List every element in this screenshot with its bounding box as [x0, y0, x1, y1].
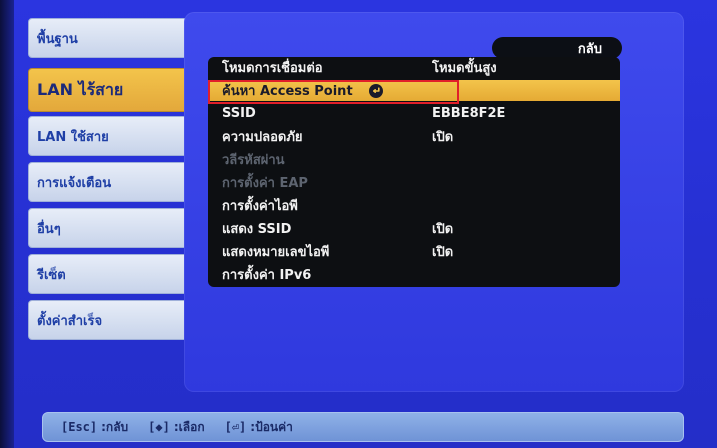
menu-item-wireless-lan[interactable]: LAN ไร้สาย: [28, 68, 198, 112]
menu-item-label: พื้นฐาน: [37, 31, 78, 47]
help-text: :ป้อนค่า: [250, 419, 293, 434]
menu-item-wired-lan[interactable]: LAN ใช้สาย: [28, 116, 198, 156]
row-label: ความปลอดภัย: [222, 130, 303, 145]
row-display-ssid[interactable]: แสดง SSID เปิด: [208, 218, 620, 239]
row-search-access-point[interactable]: ค้นหา Access Point: [208, 80, 620, 101]
menu-item-label: ตั้งค่าสำเร็จ: [37, 313, 103, 329]
help-bar: [Esc] :กลับ [◆] :เลือก [⏎] :ป้อนค่า: [42, 412, 684, 442]
row-label: SSID: [222, 106, 256, 121]
row-ipv6-settings[interactable]: การตั้งค่า IPv6: [208, 264, 620, 285]
row-value: โหมดขั้นสูง: [432, 61, 497, 76]
menu-item-reset[interactable]: รีเซ็ต: [28, 254, 198, 294]
key-select: [◆]: [148, 420, 170, 434]
menu-item-label: LAN ใช้สาย: [37, 129, 109, 145]
row-ssid[interactable]: SSID EBBE8F2E: [208, 103, 620, 124]
menu-item-others[interactable]: อื่นๆ: [28, 208, 198, 248]
wireless-lan-settings-list: โหมดการเชื่อมต่อ โหมดขั้นสูง ค้นหา Acces…: [208, 57, 620, 287]
row-label: การตั้งค่า EAP: [222, 176, 308, 191]
menu-item-setup-complete[interactable]: ตั้งค่าสำเร็จ: [28, 300, 198, 340]
enter-icon: [368, 83, 383, 98]
help-text: :เลือก: [173, 419, 205, 434]
menu-item-notifications[interactable]: การแจ้งเตือน: [28, 162, 198, 202]
key-enter: [⏎]: [224, 420, 247, 434]
key-esc: [Esc]: [61, 420, 98, 434]
help-item-select: [◆] :เลือก: [148, 418, 204, 437]
back-button[interactable]: กลับ: [492, 37, 622, 59]
row-label: โหมดการเชื่อมต่อ: [222, 61, 323, 76]
menu-item-label: LAN ไร้สาย: [37, 79, 124, 99]
row-passphrase: วลีรหัสผ่าน: [208, 149, 620, 170]
help-item-enter: [⏎] :ป้อนค่า: [225, 418, 293, 437]
help-item-esc: [Esc] :กลับ: [61, 418, 128, 437]
row-display-ip-address[interactable]: แสดงหมายเลขไอพี เปิด: [208, 241, 620, 262]
back-button-label: กลับ: [577, 41, 602, 57]
help-text: :กลับ: [101, 419, 129, 434]
row-label: การตั้งค่า IPv6: [222, 268, 312, 283]
screen-frame-left: [0, 0, 14, 448]
row-value: เปิด: [432, 245, 454, 260]
row-eap-settings: การตั้งค่า EAP: [208, 172, 620, 193]
menu-item-label: อื่นๆ: [37, 221, 61, 237]
menu-item-label: รีเซ็ต: [37, 267, 66, 283]
row-connection-mode[interactable]: โหมดการเชื่อมต่อ โหมดขั้นสูง: [208, 57, 620, 78]
row-label: แสดง SSID: [222, 222, 292, 237]
menu-item-basic[interactable]: พื้นฐาน: [28, 18, 198, 58]
row-value: EBBE8F2E: [432, 106, 506, 121]
row-security[interactable]: ความปลอดภัย เปิด: [208, 126, 620, 147]
row-ip-settings[interactable]: การตั้งค่าไอพี: [208, 195, 620, 216]
row-value: เปิด: [432, 130, 454, 145]
row-value: เปิด: [432, 222, 454, 237]
menu-item-label: การแจ้งเตือน: [37, 175, 112, 191]
row-label: วลีรหัสผ่าน: [222, 153, 285, 168]
row-label: ค้นหา Access Point: [222, 84, 353, 99]
row-label: แสดงหมายเลขไอพี: [222, 245, 330, 260]
row-label: การตั้งค่าไอพี: [222, 199, 298, 214]
